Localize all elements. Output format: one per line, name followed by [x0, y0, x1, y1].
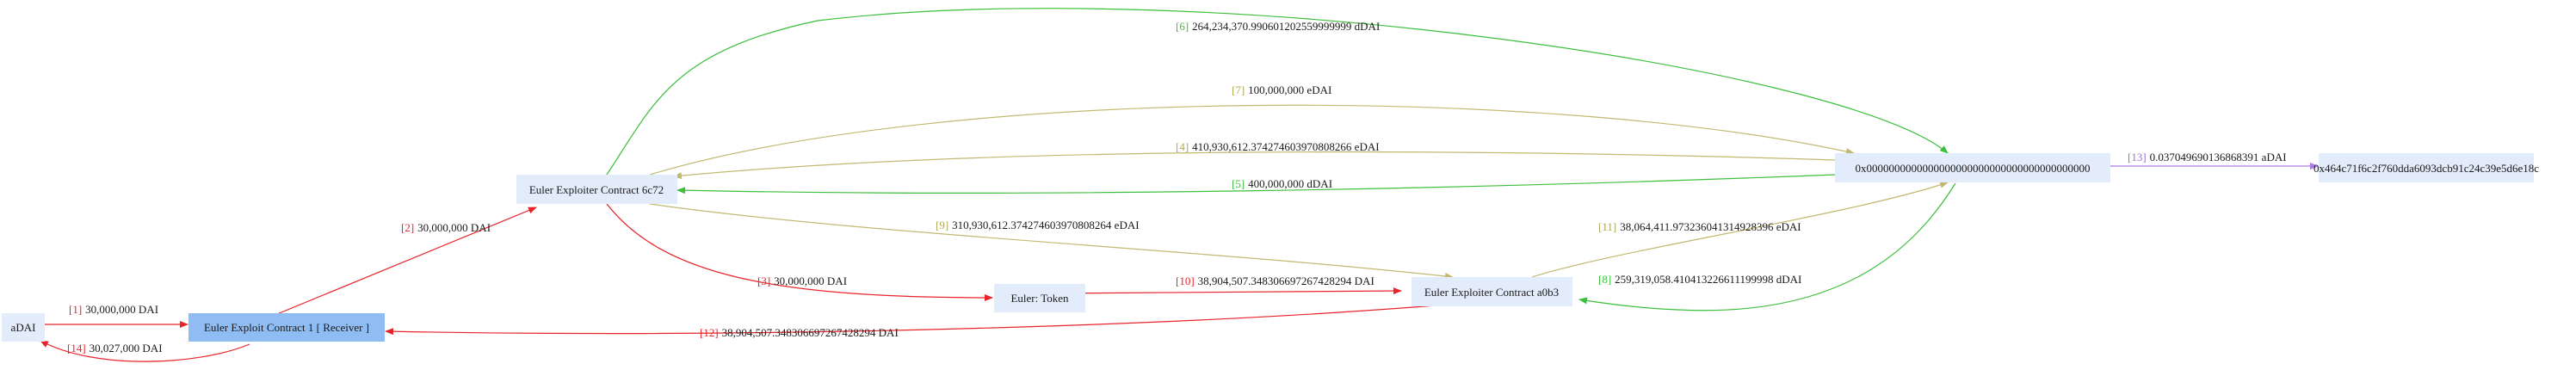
edge-11-label: [11] 38,064,411.973236041314928396 eDAI — [1598, 220, 1801, 233]
edge-7-label: [7] 100,000,000 eDAI — [1232, 83, 1331, 96]
node-adai[interactable]: aDAI — [2, 313, 45, 342]
edge-8-label: [8] 259,319,058.410413226611199998 dDAI — [1598, 273, 1801, 286]
edge-6-label: [6] 264,234,370.990601202559999999 dDAI — [1176, 20, 1380, 33]
edge-13-label: [13] 0.037049690136868391 aDAI — [2128, 151, 2287, 163]
edge-9-path — [649, 203, 1454, 280]
node-zero-address[interactable]: 0x00000000000000000000000000000000000000… — [1835, 153, 2110, 182]
edge-9-label: [9] 310,930,612.374274603970808264 eDAI — [936, 219, 1140, 231]
node-contract-6c72[interactable]: Euler Exploiter Contract 6c72 — [516, 175, 677, 204]
edge-4-path — [673, 151, 1837, 180]
node-zero-label: 0x00000000000000000000000000000000000000… — [1856, 162, 2091, 175]
node-address-464c[interactable]: 0x464c71f6c2f760dda6093dcb91c24c39e5d6e1… — [2313, 153, 2539, 182]
node-receiver-label: Euler Exploit Contract 1 [ Receiver ] — [204, 321, 369, 334]
transfer-flow-graph: [1] 30,000,000 DAI [14] 30,027,000 DAI [2]… — [2, 8, 2539, 362]
edge-12-label: [12] 38,904,507.348306697267428294 DAI — [700, 326, 899, 339]
edge-5-label: [5] 400,000,000 dDAI — [1232, 177, 1332, 190]
node-6c72-label: Euler Exploiter Contract 6c72 — [529, 183, 664, 196]
edge-14-label: [14] 30,027,000 DAI — [67, 342, 163, 355]
node-contract-a0b3[interactable]: Euler Exploiter Contract a0b3 — [1412, 277, 1572, 306]
edge-4-label: [4] 410,930,612.374274603970808266 eDAI — [1176, 140, 1380, 153]
node-464c-label: 0x464c71f6c2f760dda6093dcb91c24c39e5d6e1… — [2313, 162, 2539, 175]
node-token-label: Euler: Token — [1010, 292, 1069, 305]
edge-2-label: [2] 30,000,000 DAI — [401, 221, 491, 234]
edge-3-label: [3] 30,000,000 DAI — [757, 274, 847, 287]
edge-10-path — [1050, 287, 1402, 295]
edge-1-label: [1] 30,000,000 DAI — [69, 303, 158, 316]
edge-10-label: [10] 38,904,507.348306697267428294 DAI — [1176, 274, 1374, 287]
node-a0b3-label: Euler Exploiter Contract a0b3 — [1424, 286, 1559, 299]
node-euler-token[interactable]: Euler: Token — [994, 284, 1085, 312]
node-adai-label: aDAI — [11, 321, 36, 334]
node-receiver[interactable]: Euler Exploit Contract 1 [ Receiver ] — [188, 313, 385, 342]
edge-8-path — [1578, 182, 1956, 311]
edge-12-path — [385, 302, 1468, 336]
